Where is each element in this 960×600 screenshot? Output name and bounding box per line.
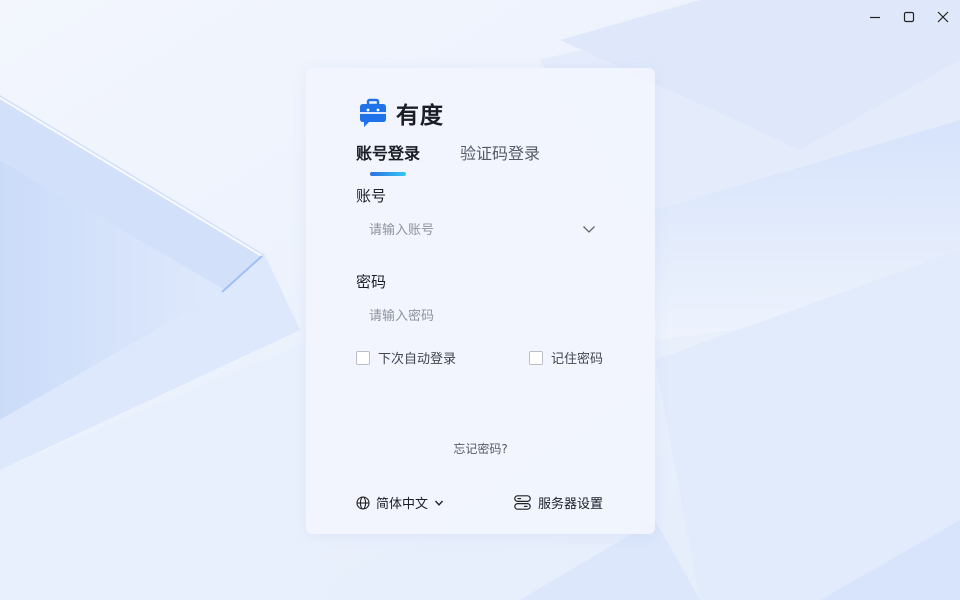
- close-button[interactable]: [926, 0, 960, 34]
- briefcase-chat-icon: [360, 98, 386, 127]
- maximize-icon: [903, 11, 915, 23]
- tab-account-login-label: 账号登录: [356, 144, 421, 163]
- minimize-icon: [870, 16, 880, 19]
- forgot-password-link[interactable]: 忘记密码?: [306, 440, 655, 457]
- server-settings-button[interactable]: 服务器设置: [514, 493, 603, 512]
- app-name: 有度: [396, 103, 444, 129]
- server-settings-label: 服务器设置: [538, 497, 604, 512]
- password-input[interactable]: [356, 307, 571, 325]
- login-tabs: 账号登录 验证码登录: [356, 140, 540, 176]
- remember-password-option[interactable]: 记住密码: [529, 348, 603, 367]
- active-tab-indicator: [370, 172, 406, 176]
- maximize-button[interactable]: [892, 0, 926, 34]
- tab-code-login[interactable]: 验证码登录: [460, 140, 540, 176]
- account-input[interactable]: [356, 221, 571, 239]
- language-label: 简体中文: [376, 497, 429, 512]
- tab-code-login-label: 验证码登录: [460, 144, 541, 163]
- login-card: 有度 账号登录 验证码登录 账号 密码 下次自动登录: [306, 68, 655, 534]
- globe-icon: [356, 495, 370, 510]
- tab-account-login[interactable]: 账号登录: [356, 140, 420, 176]
- account-field[interactable]: [356, 212, 604, 248]
- window-controls: [858, 0, 960, 34]
- auto-login-option[interactable]: 下次自动登录: [356, 348, 456, 367]
- chevron-down-icon[interactable]: [582, 222, 596, 236]
- login-window: 有度 账号登录 验证码登录 账号 密码 下次自动登录: [0, 0, 960, 600]
- app-logo: 有度: [358, 96, 444, 130]
- auto-login-checkbox[interactable]: [356, 350, 370, 365]
- remember-password-label: 记住密码: [551, 352, 604, 367]
- close-icon: [937, 11, 949, 23]
- chevron-down-icon: [435, 500, 444, 506]
- remember-password-checkbox[interactable]: [529, 350, 543, 365]
- server-icon: [514, 495, 531, 510]
- account-label: 账号: [356, 187, 387, 205]
- auto-login-label: 下次自动登录: [378, 352, 457, 367]
- language-selector[interactable]: 简体中文: [356, 493, 444, 512]
- password-field[interactable]: [356, 298, 604, 334]
- password-label: 密码: [356, 273, 387, 291]
- minimize-button[interactable]: [858, 0, 892, 34]
